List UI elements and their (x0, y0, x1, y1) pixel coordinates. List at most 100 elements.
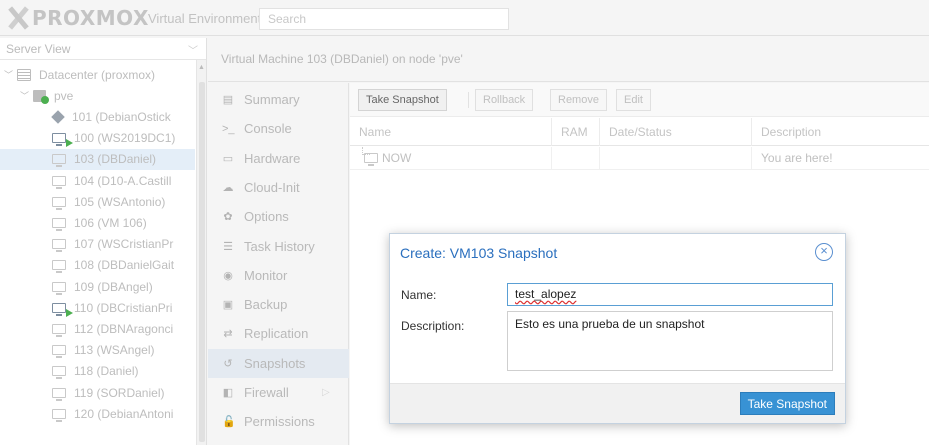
nav-item-replication[interactable]: ⇄ Replication (208, 319, 349, 348)
nav-item-backup[interactable]: ▣ Backup (208, 290, 349, 319)
tree-item-vm[interactable]: 112 (DBNAragonci (0, 318, 195, 339)
snapshots-toolbar: Take Snapshot Rollback Remove Edit (350, 83, 929, 117)
resource-tree: ▲ ﹀ Datacenter (proxmox) ﹀ pve 101 (DebianOs… (0, 60, 206, 445)
tree-item-label: 119 (SORDaniel) (74, 385, 165, 400)
dialog-header: Create: VM103 Snapshot × (390, 234, 845, 272)
view-selector[interactable]: Server View ﹀ (0, 38, 206, 60)
eye-icon: ◉ (223, 269, 233, 282)
vm-icon (52, 345, 66, 359)
row-date-status-cell (600, 147, 752, 170)
vm-icon (52, 217, 66, 231)
top-header: PROXMOX Virtual Environment 6.2-11 Searc… (0, 0, 929, 36)
nav-item-task-history[interactable]: ☰ Task History (208, 232, 349, 261)
take-snapshot-button[interactable]: Take Snapshot (358, 89, 447, 111)
nav-item-snapshots[interactable]: ↺ Snapshots (208, 348, 349, 378)
terminal-icon: >_ (222, 122, 235, 135)
dialog-take-snapshot-button[interactable]: Take Snapshot (739, 392, 835, 415)
row-description-cell: You are here! (761, 151, 833, 165)
description-label: Description: (401, 319, 465, 333)
tree-item-vm[interactable]: 107 (WSCristianPr (0, 234, 195, 255)
column-header-date-status[interactable]: Date/Status (600, 118, 752, 146)
tree-item-vm[interactable]: 100 (WS2019DC1) (0, 128, 195, 149)
unlock-icon: 🔓 (222, 416, 236, 429)
remove-button[interactable]: Remove (550, 89, 607, 111)
tree-item-label: 108 (DBDanielGait (74, 258, 175, 273)
tree-item-vm[interactable]: 110 (DBCristianPri (0, 297, 195, 318)
tree-item-vm[interactable]: 113 (WSAngel) (0, 340, 195, 361)
tree-item-vm[interactable]: 119 (SORDaniel) (0, 382, 195, 403)
snapshot-name-input[interactable]: test_alopez (507, 283, 833, 306)
tree-item-vm[interactable]: 104 (D10-A.Castill (0, 170, 195, 191)
nav-item-label: Monitor (244, 267, 288, 283)
history-icon: ↺ (223, 357, 233, 370)
proxmox-logo[interactable]: PROXMOX (6, 6, 149, 30)
vm-icon (52, 133, 73, 148)
search-input[interactable]: Search (259, 8, 509, 30)
scrollbar-thumb[interactable] (199, 82, 205, 442)
tree-item-vm[interactable]: 106 (VM 106) (0, 212, 195, 233)
proxmox-x-icon (6, 6, 30, 30)
snapshot-grid-header: Name RAM Date/Status Description (350, 118, 929, 146)
tree-item-label: 105 (WSAntonio) (74, 194, 166, 209)
tree-item-label: 107 (WSCristianPr (74, 237, 174, 252)
tree-scrollbar[interactable]: ▲ (196, 60, 206, 445)
nav-item-cloud-init[interactable]: ☁ Cloud-Init (208, 173, 349, 202)
tree-item-vm[interactable]: 120 (DebianAntoni (0, 403, 195, 424)
view-selector-label: Server View (6, 42, 71, 56)
nav-item-console[interactable]: >_ Console (208, 114, 349, 143)
tree-item-vm[interactable]: 101 (DebianOstick (0, 106, 195, 127)
column-header-name[interactable]: Name (350, 118, 552, 146)
tree-item-vm[interactable]: 108 (DBDanielGait (0, 255, 195, 276)
summary-icon: ▤ (222, 94, 234, 106)
tree-item-label: 110 (DBCristianPri (74, 300, 173, 315)
table-row[interactable]: NOW You are here! (350, 147, 929, 170)
nav-item-hardware[interactable]: ▭ Hardware (208, 144, 349, 173)
nav-item-monitor[interactable]: ◉ Monitor (208, 261, 349, 290)
chevron-down-icon[interactable]: ﹀ (188, 42, 198, 57)
tree-item-label: 100 (WS2019DC1) (74, 131, 176, 146)
create-snapshot-dialog: Create: VM103 Snapshot × Name: test_alop… (389, 233, 846, 424)
retweet-icon: ⇄ (223, 328, 233, 341)
tree-item-vm[interactable]: 105 (WSAntonio) (0, 191, 195, 212)
vm-icon (52, 366, 66, 380)
tree-item-label: 103 (DBDaniel) (74, 152, 157, 167)
nav-item-label: Replication (244, 326, 309, 342)
tree-item-datacenter[interactable]: ﹀ Datacenter (proxmox) (0, 64, 195, 85)
column-header-ram[interactable]: RAM (552, 118, 600, 146)
scroll-up-icon[interactable]: ▲ (198, 64, 205, 71)
cloud-icon: ☁ (222, 181, 234, 194)
nav-item-label: Options (244, 209, 289, 225)
row-name-cell: NOW (350, 147, 552, 170)
vm-icon (52, 387, 66, 401)
column-header-description[interactable]: Description (752, 118, 929, 146)
close-icon[interactable]: × (815, 243, 833, 261)
chevron-down-icon[interactable]: ﹀ (20, 89, 30, 102)
tree-item-vm[interactable]: 118 (Daniel) (0, 361, 195, 382)
chevron-right-icon[interactable]: ▷ (322, 387, 330, 398)
edit-button[interactable]: Edit (616, 89, 651, 111)
vm-icon (52, 175, 66, 189)
rollback-button[interactable]: Rollback (475, 89, 534, 111)
nav-item-firewall[interactable]: ◧ Firewall ▷ (208, 378, 349, 407)
name-label: Name: (401, 288, 437, 302)
tree-item-label: 109 (DBAngel) (74, 279, 153, 294)
nav-item-label: Task History (244, 238, 315, 254)
nav-item-summary[interactable]: ▤ Summary (208, 85, 349, 114)
vm-icon (52, 302, 73, 317)
monitor-icon (364, 153, 378, 166)
tree-item-node[interactable]: ﹀ pve (0, 85, 195, 106)
tree-item-vm[interactable]: 103 (DBDaniel) (0, 148, 195, 170)
nav-item-options[interactable]: ✿ Options (208, 202, 349, 231)
row-ram-cell (552, 147, 600, 170)
vm-icon (52, 196, 66, 210)
logo-text: PROXMOX (32, 6, 149, 30)
chevron-down-icon[interactable]: ﹀ (4, 68, 14, 81)
snapshot-description-textarea[interactable]: Esto es una prueba de un snapshot (507, 311, 833, 371)
monitor-icon: ▭ (222, 152, 234, 165)
vm-config-nav: ▤ Summary >_ Console ▭ Hardware ☁ Cloud-Init ✿ Op… (208, 83, 349, 445)
nav-item-permissions[interactable]: 🔓 Permissions (208, 407, 349, 436)
nav-item-label: Backup (244, 297, 288, 313)
running-status-icon (66, 308, 73, 317)
tree-item-label: 106 (VM 106) (74, 215, 147, 230)
tree-item-vm[interactable]: 109 (DBAngel) (0, 276, 195, 297)
